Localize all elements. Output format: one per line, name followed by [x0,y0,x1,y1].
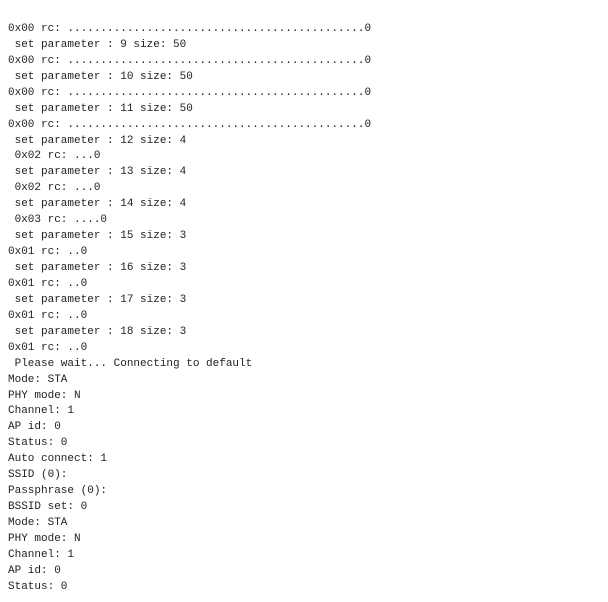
terminal-line: PHY mode: N [8,532,600,548]
terminal-line: 0x00 rc: ...............................… [8,118,600,134]
terminal-line: AP id: 0 [8,420,600,436]
terminal-line: set parameter : 11 size: 50 [8,102,600,118]
terminal-line: AP id: 0 [8,564,600,580]
terminal-line: 0x02 rc: ...0 [8,149,600,165]
terminal-line: set parameter : 12 size: 4 [8,134,600,150]
terminal-line: 0x01 rc: ..0 [8,341,600,357]
terminal-line: set parameter : 9 size: 50 [8,38,600,54]
terminal-line: set parameter : 14 size: 4 [8,197,600,213]
terminal-line: 0x01 rc: ..0 [8,277,600,293]
terminal-line: Mode: STA [8,373,600,389]
terminal-line: Please wait... Connecting to default [8,357,600,373]
terminal-line: set parameter : 16 size: 3 [8,261,600,277]
terminal-line: Status: 0 [8,580,600,596]
terminal-line: set parameter : 15 size: 3 [8,229,600,245]
terminal-line: 0x03 rc: ....0 [8,213,600,229]
terminal-line: 0x00 rc: ...............................… [8,54,600,70]
terminal-line: set parameter : 13 size: 4 [8,165,600,181]
terminal-line: 0x00 rc: ...............................… [8,22,600,38]
terminal-line: 0x01 rc: ..0 [8,245,600,261]
terminal-line: 0x02 rc: ...0 [8,181,600,197]
terminal-line: 0x01 rc: ..0 [8,309,600,325]
terminal-line: Status: 0 [8,436,600,452]
terminal-line: Auto connect: 1 [8,452,600,468]
terminal-line: set parameter : 17 size: 3 [8,293,600,309]
terminal-line: BSSID set: 0 [8,500,600,516]
terminal-line: set parameter : 18 size: 3 [8,325,600,341]
terminal-line: Passphrase (0): [8,484,600,500]
terminal-line: Mode: STA [8,516,600,532]
terminal-line: 0x00 rc: ...............................… [8,86,600,102]
terminal-line: SSID (0): [8,468,600,484]
terminal-line: set parameter : 10 size: 50 [8,70,600,86]
terminal-line: Channel: 1 [8,548,600,564]
terminal-output: 0x00 rc: ...............................… [0,0,608,602]
terminal-line: PHY mode: N [8,389,600,405]
terminal-line: Channel: 1 [8,404,600,420]
